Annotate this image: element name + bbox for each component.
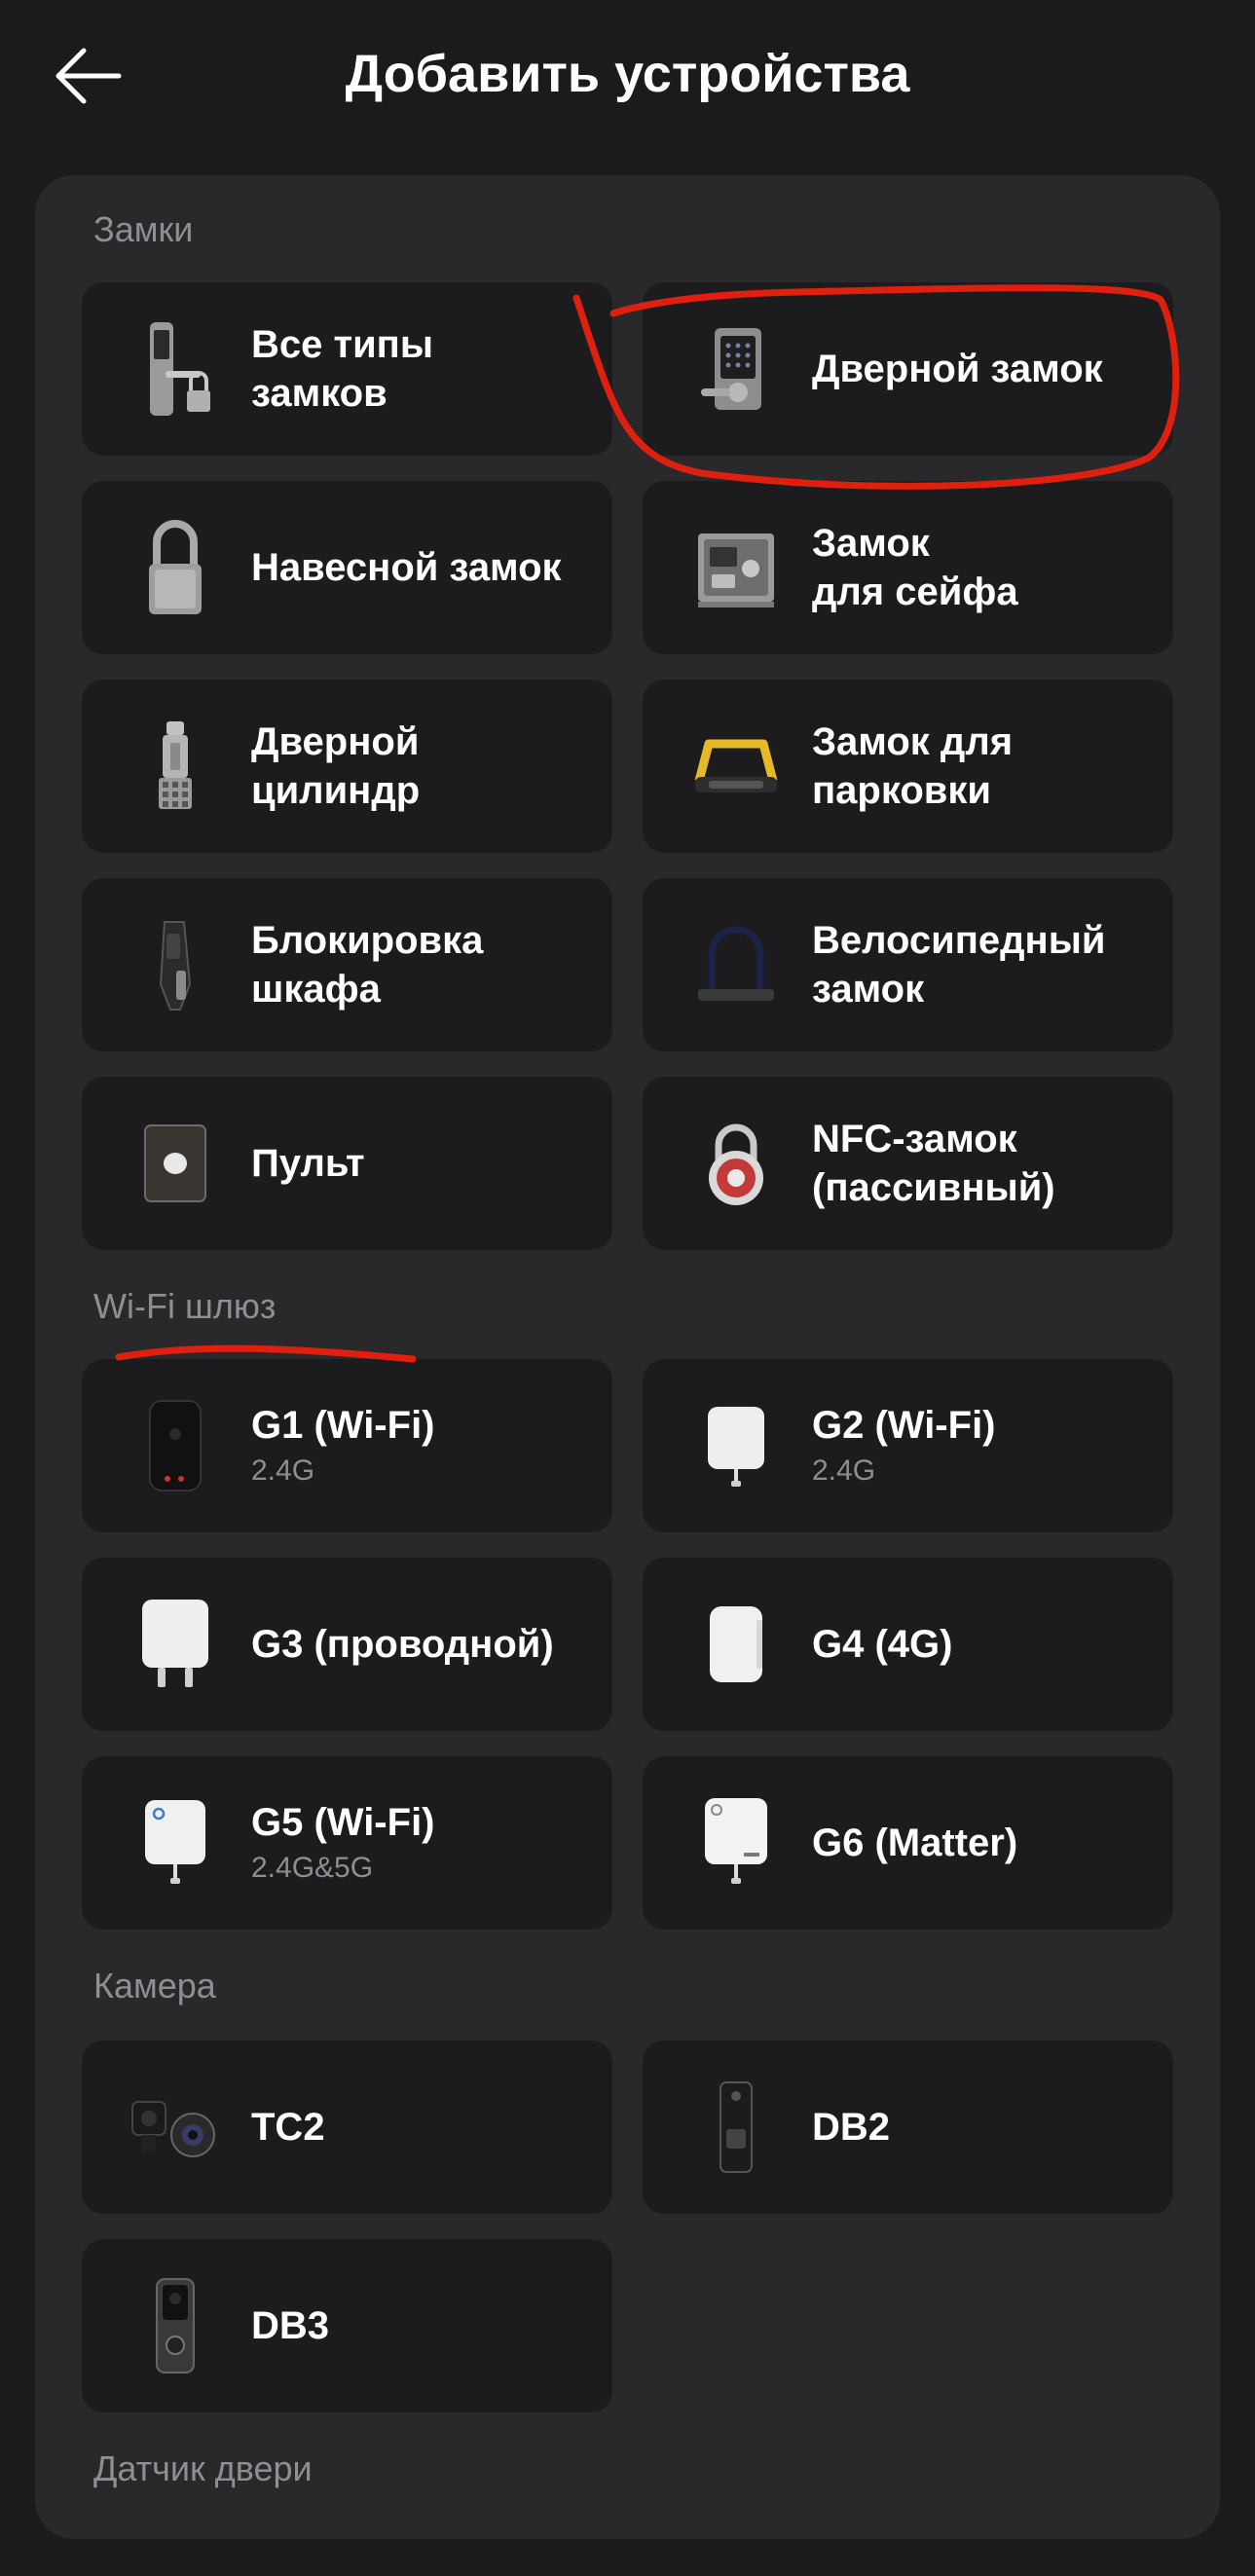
section-title-camera: Камера [93, 1966, 216, 2006]
tile-name: Пульт [251, 1142, 365, 1185]
gateway-g5-icon [127, 1785, 224, 1901]
tile-g6[interactable]: G6 (Matter) [643, 1756, 1173, 1930]
cylinder-icon [127, 708, 224, 825]
tile-g1[interactable]: G1 (Wi-Fi) 2.4G [82, 1359, 612, 1532]
tile-name: NFC-замок (пассивный) [812, 1118, 1055, 1209]
tile-safe-lock[interactable]: Замок для сейфа [643, 481, 1173, 654]
keypad-deadbolt-icon [687, 311, 785, 427]
section-title-locks: Замки [93, 209, 194, 249]
tile-nfc-lock[interactable]: NFC-замок (пассивный) [643, 1077, 1173, 1250]
nfc-padlock-icon [687, 1105, 785, 1222]
tile-name: G2 (Wi-Fi) [812, 1404, 996, 1447]
u-lock-icon [687, 906, 785, 1023]
tile-name: DB2 [812, 2106, 891, 2149]
tile-name: Все типы замков [251, 323, 433, 415]
tile-subtitle: 2.4G&5G [251, 1852, 374, 1884]
tile-g2[interactable]: G2 (Wi-Fi) 2.4G [643, 1359, 1173, 1532]
tile-name: TC2 [251, 2106, 325, 2149]
gateway-g6-icon [687, 1785, 785, 1901]
tile-db3[interactable]: DB3 [82, 2239, 612, 2412]
tile-subtitle: 2.4G [812, 1454, 876, 1487]
tile-g4[interactable]: G4 (4G) [643, 1558, 1173, 1731]
tile-remote[interactable]: Пульт [82, 1077, 612, 1250]
tile-name: Дверной замок [812, 348, 1103, 390]
safe-icon [687, 509, 785, 626]
padlock-icon [127, 509, 224, 626]
tile-padlock[interactable]: Навесной замок [82, 481, 612, 654]
tile-name: Навесной замок [251, 546, 562, 589]
doorbell-db2-icon [687, 2069, 785, 2186]
door-lock-with-padlock-icon [127, 311, 224, 427]
tile-name: G6 (Matter) [812, 1822, 1018, 1864]
gateway-g3-icon [127, 1586, 224, 1703]
gateway-g2-icon [687, 1387, 785, 1504]
tile-g3[interactable]: G3 (проводной) [82, 1558, 612, 1731]
tile-door-cylinder[interactable]: Дверной цилиндр [82, 680, 612, 853]
gateway-g4-icon [687, 1586, 785, 1703]
tile-subtitle: 2.4G [251, 1454, 315, 1487]
tile-name: G5 (Wi-Fi) [251, 1801, 435, 1844]
tile-parking-lock[interactable]: Замок для парковки [643, 680, 1173, 853]
tile-all-locks[interactable]: Все типы замков [82, 282, 612, 456]
doorbell-db3-icon [127, 2267, 224, 2384]
tile-name: Дверной цилиндр [251, 720, 421, 812]
tile-name: G4 (4G) [812, 1623, 953, 1666]
tile-name: G1 (Wi-Fi) [251, 1404, 435, 1447]
remote-button-icon [127, 1105, 224, 1222]
tile-name: G3 (проводной) [251, 1623, 554, 1666]
header: Добавить устройства [0, 0, 1255, 152]
tile-name: Замок для парковки [812, 720, 1014, 812]
gateway-g1-icon [127, 1387, 224, 1504]
add-devices-screen: Добавить устройства Замки Все типы замко… [0, 0, 1255, 2576]
tile-bike-lock[interactable]: Велосипедный замок [643, 878, 1173, 1051]
parking-barrier-icon [687, 708, 785, 825]
tile-name: Замок для сейфа [812, 522, 1018, 613]
tile-name: DB3 [251, 2304, 330, 2347]
tile-name: Блокировка шкафа [251, 919, 484, 1011]
tile-g5[interactable]: G5 (Wi-Fi) 2.4G&5G [82, 1756, 612, 1930]
tile-door-lock[interactable]: Дверной замок [643, 282, 1173, 456]
tile-tc2[interactable]: TC2 [82, 2041, 612, 2214]
page-title: Добавить устройства [345, 45, 910, 103]
camera-tc2-icon [127, 2069, 224, 2186]
section-title-door-sensor: Датчик двери [93, 2448, 313, 2488]
cabinet-lock-icon [127, 906, 224, 1023]
section-title-gateway: Wi-Fi шлюз [93, 1286, 277, 1326]
tile-cabinet-lock[interactable]: Блокировка шкафа [82, 878, 612, 1051]
tile-db2[interactable]: DB2 [643, 2041, 1173, 2214]
tile-name: Велосипедный замок [812, 919, 1106, 1011]
